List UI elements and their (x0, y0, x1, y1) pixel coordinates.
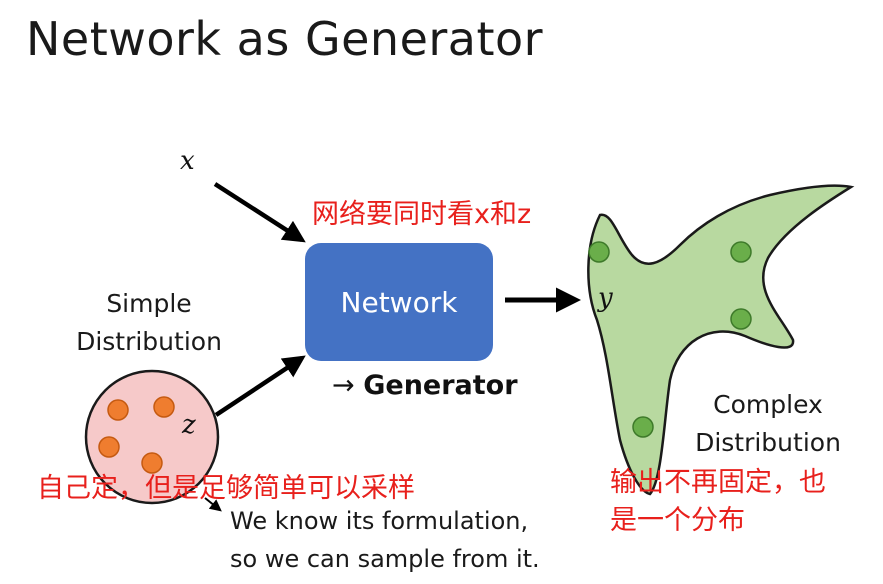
complex-sample-dot (730, 308, 752, 330)
annotation-output-line2: 是一个分布 (610, 505, 745, 536)
arrow-x-to-network (213, 182, 306, 243)
formulation-note: We know its formulation, so we can sampl… (230, 502, 540, 578)
complex-distribution-label-line1: Complex (713, 390, 823, 419)
formulation-note-line1: We know its formulation, (230, 507, 529, 535)
simple-sample-dot (107, 399, 129, 421)
simple-distribution-label-line2: Distribution (76, 327, 222, 356)
network-box: Network (305, 243, 493, 361)
network-label: Network (340, 285, 458, 319)
complex-distribution-label: Complex Distribution (684, 386, 852, 462)
input-x-label: x (180, 146, 195, 176)
arrow-z-to-network (214, 355, 306, 417)
simple-distribution-label: Simple Distribution (66, 285, 232, 361)
complex-sample-dot (730, 241, 752, 263)
annotation-output-distribution: 输出不再固定，也 是一个分布 (610, 464, 826, 540)
output-y-label: y (598, 283, 613, 313)
simple-sample-dot (153, 396, 175, 418)
annotation-network-sees-x-and-z: 网络要同时看x和z (312, 199, 532, 230)
generator-arrow: → (332, 370, 364, 401)
generator-label: → Generator (332, 370, 518, 401)
generator-text: Generator (363, 370, 518, 401)
input-z-label: z (182, 410, 196, 440)
annotation-output-line1: 输出不再固定，也 (610, 467, 826, 498)
annotation-simple-distribution: 自己定，但是足够简单可以采样 (37, 473, 415, 504)
complex-distribution-label-line2: Distribution (695, 428, 841, 457)
complex-sample-dot (632, 416, 654, 438)
simple-distribution-label-line1: Simple (106, 289, 192, 318)
page-title: Network as Generator (26, 12, 544, 66)
complex-sample-dot (588, 241, 610, 263)
simple-sample-dot (98, 436, 120, 458)
formulation-note-line2: so we can sample from it. (230, 545, 540, 573)
